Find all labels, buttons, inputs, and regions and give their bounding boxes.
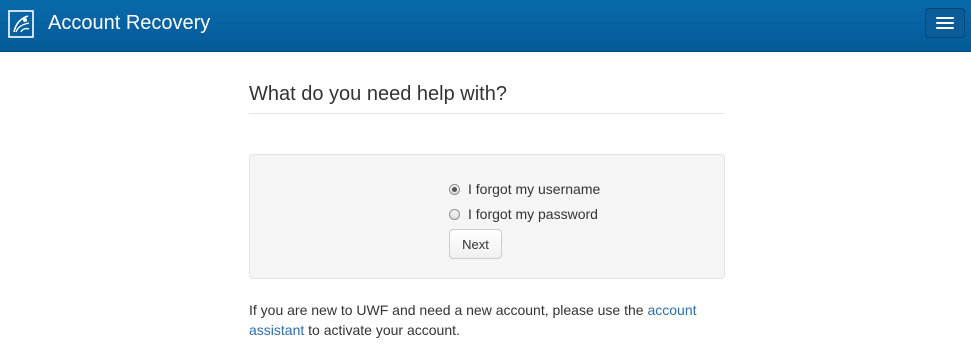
radio-password[interactable] <box>449 208 460 220</box>
hamburger-bar <box>936 22 954 24</box>
app-title[interactable]: Account Recovery <box>48 11 210 35</box>
hamburger-menu-icon <box>936 17 954 19</box>
next-button[interactable]: Next <box>449 229 502 259</box>
option-label: I forgot my username <box>468 181 601 197</box>
radio-username[interactable] <box>449 183 460 195</box>
hamburger-bar <box>936 27 954 29</box>
option-forgot-password[interactable]: I forgot my password <box>449 205 598 223</box>
help-text-before: If you are new to UWF and need a new acc… <box>249 302 644 318</box>
brand[interactable] <box>8 10 34 38</box>
top-navbar: Account Recovery <box>0 0 971 52</box>
heading-divider <box>249 113 724 114</box>
option-label: I forgot my password <box>468 206 598 222</box>
new-account-help: If you are new to UWF and need a new acc… <box>249 300 729 340</box>
page-heading: What do you need help with? <box>249 83 507 105</box>
uwf-logo-icon <box>8 10 34 38</box>
help-text-after: to activate your account. <box>308 322 460 338</box>
menu-toggle-button[interactable] <box>925 8 965 38</box>
option-forgot-username[interactable]: I forgot my username <box>449 180 600 198</box>
